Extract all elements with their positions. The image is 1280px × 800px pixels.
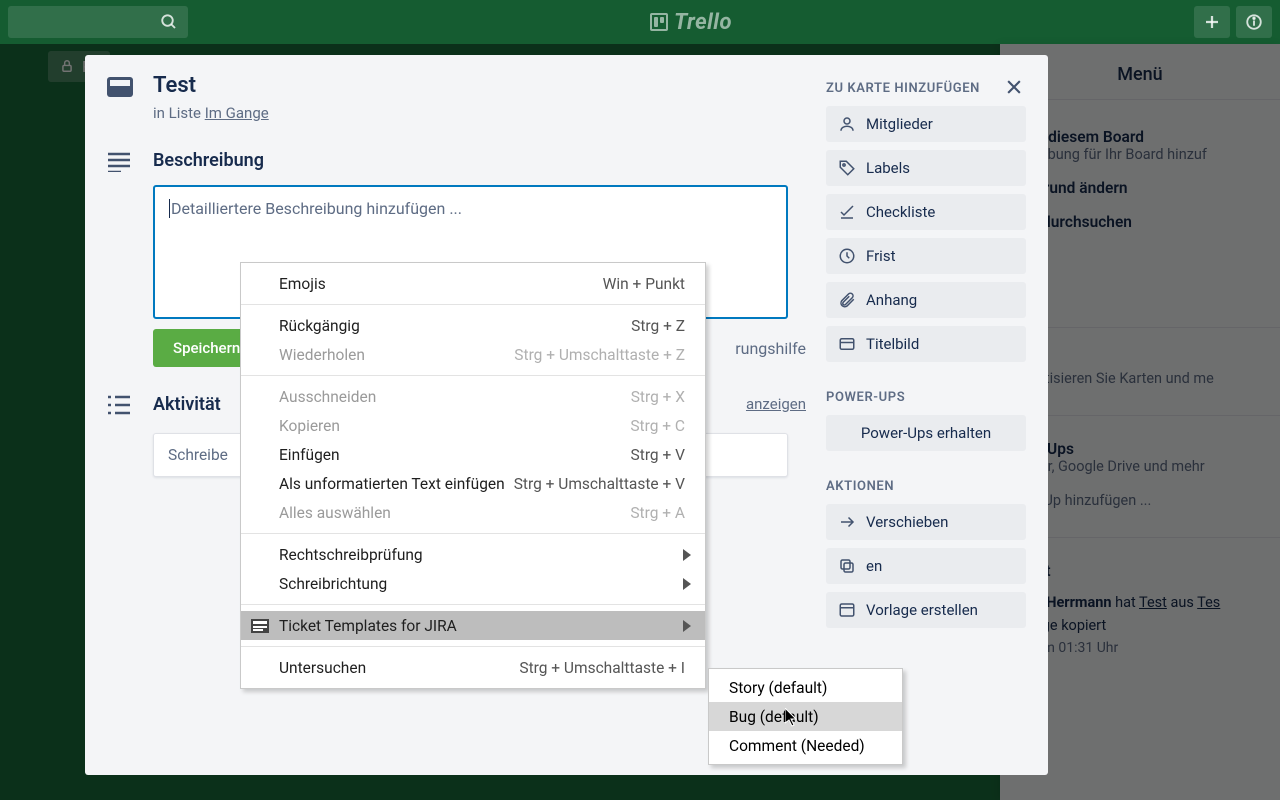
chevron-right-icon bbox=[683, 578, 691, 590]
checklist-icon bbox=[838, 203, 856, 221]
context-menu-item[interactable]: Rechtschreibprüfung bbox=[241, 540, 705, 569]
close-icon bbox=[1004, 77, 1024, 97]
info-button[interactable] bbox=[1236, 6, 1272, 38]
chevron-right-icon bbox=[683, 620, 691, 632]
context-menu-item: AusschneidenStrg + X bbox=[241, 382, 705, 411]
context-menu-item: Alles auswählenStrg + A bbox=[241, 498, 705, 527]
context-menu-item: KopierenStrg + C bbox=[241, 411, 705, 440]
card-location: in Liste Im Gange bbox=[153, 104, 269, 122]
context-menu-item[interactable]: Schreibrichtung bbox=[241, 569, 705, 598]
submenu-item[interactable]: Comment (Needed) bbox=[709, 731, 902, 760]
context-menu-item[interactable]: RückgängigStrg + Z bbox=[241, 311, 705, 340]
labels-button[interactable]: Labels bbox=[826, 150, 1026, 186]
copy-icon bbox=[838, 557, 856, 575]
actions-label: AKTIONEN bbox=[826, 479, 1026, 494]
trello-logo-icon bbox=[650, 13, 668, 31]
copy-button[interactable]: en bbox=[826, 548, 1026, 584]
submenu-item[interactable]: Bug (default) bbox=[709, 702, 902, 731]
plus-icon bbox=[1203, 13, 1221, 31]
card-title[interactable]: Test bbox=[153, 73, 269, 98]
submenu-item[interactable]: Story (default) bbox=[709, 673, 902, 702]
logo-text: Trello bbox=[674, 10, 732, 35]
move-button[interactable]: Verschieben bbox=[826, 504, 1026, 540]
template-icon bbox=[838, 601, 856, 619]
cover-icon bbox=[838, 335, 856, 353]
get-powerups-button[interactable]: Power-Ups erhalten bbox=[826, 415, 1026, 451]
attachment-button[interactable]: Anhang bbox=[826, 282, 1026, 318]
due-date-button[interactable]: Frist bbox=[826, 238, 1026, 274]
context-submenu: Story (default)Bug (default)Comment (Nee… bbox=[708, 668, 903, 765]
context-menu-item[interactable]: EinfügenStrg + V bbox=[241, 440, 705, 469]
card-icon bbox=[107, 77, 133, 97]
context-menu-item: WiederholenStrg + Umschalttaste + Z bbox=[241, 340, 705, 369]
extension-icon bbox=[251, 619, 269, 633]
info-icon bbox=[1245, 13, 1263, 31]
paperclip-icon bbox=[838, 291, 856, 309]
tag-icon bbox=[838, 159, 856, 177]
context-menu-item[interactable]: Ticket Templates for JIRA bbox=[241, 611, 705, 640]
template-button[interactable]: Vorlage erstellen bbox=[826, 592, 1026, 628]
list-link[interactable]: Im Gange bbox=[205, 104, 269, 122]
context-menu: EmojisWin + Punkt RückgängigStrg + ZWiede… bbox=[240, 262, 706, 689]
members-button[interactable]: Mitglieder bbox=[826, 106, 1026, 142]
chevron-right-icon bbox=[683, 549, 691, 561]
logo: Trello bbox=[188, 10, 1194, 35]
format-help-link[interactable]: rungshilfe bbox=[735, 339, 806, 358]
add-to-card-label: ZU KARTE HINZUFÜGEN bbox=[826, 81, 1026, 96]
add-button[interactable] bbox=[1194, 6, 1230, 38]
description-heading: Beschreibung bbox=[153, 150, 806, 171]
show-details-link[interactable]: anzeigen bbox=[746, 395, 806, 413]
cover-button[interactable]: Titelbild bbox=[826, 326, 1026, 362]
close-button[interactable] bbox=[1004, 77, 1024, 97]
clock-icon bbox=[838, 247, 856, 265]
context-menu-item[interactable]: EmojisWin + Punkt bbox=[241, 269, 705, 298]
search-button[interactable] bbox=[8, 6, 188, 38]
context-menu-item[interactable]: UntersuchenStrg + Umschalttaste + I bbox=[241, 653, 705, 682]
powerups-label: POWER-UPS bbox=[826, 390, 1026, 405]
topbar: Trello bbox=[0, 0, 1280, 44]
activity-icon bbox=[107, 395, 131, 415]
person-icon bbox=[838, 115, 856, 133]
context-menu-item[interactable]: Als unformatierten Text einfügenStrg + U… bbox=[241, 469, 705, 498]
description-icon bbox=[107, 152, 131, 172]
arrow-right-icon bbox=[838, 513, 856, 531]
search-icon bbox=[160, 13, 178, 31]
checklist-button[interactable]: Checkliste bbox=[826, 194, 1026, 230]
